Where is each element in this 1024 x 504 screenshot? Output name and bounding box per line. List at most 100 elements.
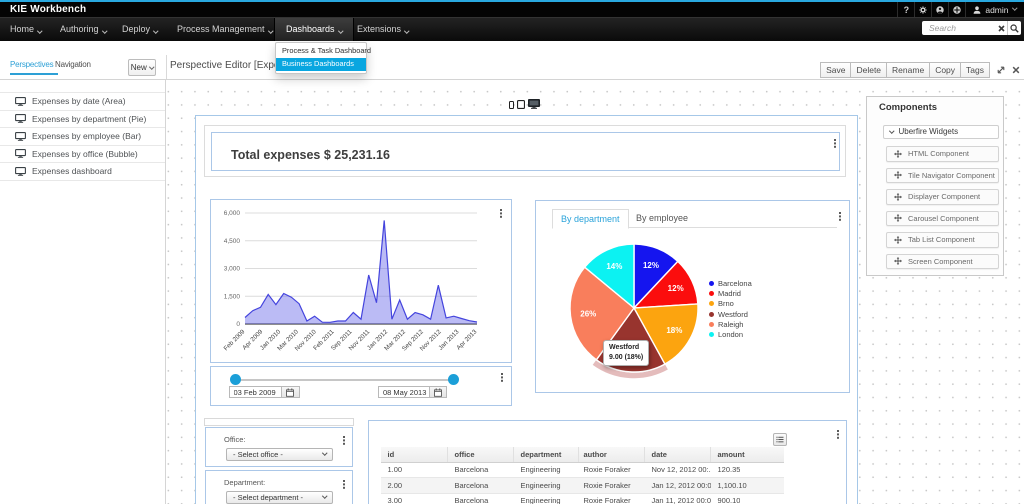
kebab-menu-icon[interactable]: [343, 436, 347, 446]
component-item[interactable]: HTML Component: [886, 146, 999, 162]
perspective-name: Expenses dashboard: [32, 166, 112, 176]
table-header-cell[interactable]: date: [645, 447, 711, 463]
start-date-input[interactable]: [229, 386, 282, 398]
date-slider-panel[interactable]: [210, 366, 512, 406]
legend-label: London: [718, 330, 743, 339]
tab[interactable]: Navigation: [55, 54, 91, 75]
toolbar-button[interactable]: Save: [820, 62, 851, 78]
search-button[interactable]: [1007, 21, 1021, 35]
mobile-preview-button[interactable]: [509, 101, 514, 109]
table-header-cell[interactable]: amount: [711, 447, 745, 463]
perspective-list-item[interactable]: Expenses by department (Pie): [0, 111, 165, 129]
kpi-panel[interactable]: Total expenses $ 25,231.16: [211, 132, 840, 171]
toolbar-button[interactable]: Delete: [850, 62, 887, 78]
office-filter-panel[interactable]: Office: - Select office -: [205, 427, 353, 467]
table-cell: Barcelona: [448, 481, 514, 490]
table-header-cell[interactable]: author: [579, 447, 645, 463]
legend-item: Westford: [709, 309, 752, 319]
end-date-group: [378, 386, 447, 398]
table-view-button[interactable]: [773, 433, 787, 446]
kpi-title: Total expenses $ 25,231.16: [231, 148, 390, 162]
perspective-list-item[interactable]: Expenses by date (Area): [0, 93, 165, 111]
kebab-menu-icon[interactable]: [501, 373, 505, 383]
close-icon: [1012, 66, 1020, 74]
desktop-preview-button[interactable]: [528, 99, 540, 109]
component-item[interactable]: Tile Navigator Component: [886, 168, 999, 184]
menu-item[interactable]: Process Management: [177, 18, 272, 41]
settings-button[interactable]: [914, 2, 931, 17]
kebab-menu-icon[interactable]: [343, 480, 347, 490]
perspective-list-item[interactable]: Expenses by employee (Bar): [0, 128, 165, 146]
kebab-menu-icon[interactable]: [500, 209, 504, 219]
user-menu[interactable]: admin: [965, 2, 1024, 17]
menu-item[interactable]: Authoring: [60, 18, 106, 41]
perspective-list-item[interactable]: Expenses by office (Bubble): [0, 146, 165, 164]
move-icon: [894, 214, 902, 222]
component-item[interactable]: Screen Component: [886, 254, 999, 270]
caret-down-icon: [338, 28, 343, 33]
table-header-cell[interactable]: department: [514, 447, 579, 463]
tab-by-employee[interactable]: By employee: [628, 209, 696, 228]
logout-button[interactable]: [948, 2, 965, 17]
search-input[interactable]: [922, 23, 995, 33]
menu-item[interactable]: Deploy: [122, 18, 158, 41]
components-group-header[interactable]: Uberfire Widgets: [883, 125, 999, 140]
menu-item[interactable]: Home: [10, 18, 42, 41]
dropdown-menu-item[interactable]: Process & Task Dashboard: [276, 45, 366, 58]
search-box: [922, 21, 1021, 35]
move-icon: [894, 150, 902, 158]
tooltip-value: 9.00 (18%): [609, 353, 643, 363]
toolbar-button[interactable]: Tags: [960, 62, 990, 78]
new-button-label: New: [131, 63, 147, 72]
menu-item[interactable]: Extensions: [357, 18, 409, 41]
pie-tooltip: Westford 9.00 (18%): [603, 340, 649, 366]
slider-track[interactable]: [235, 379, 454, 381]
table-header-cell[interactable]: id: [381, 447, 448, 463]
mobile-icon: [509, 101, 514, 109]
table-cell: Engineering: [514, 481, 579, 490]
component-name: Carousel Component: [908, 214, 979, 223]
component-item[interactable]: Tab List Component: [886, 232, 999, 248]
user-settings-button[interactable]: [931, 2, 948, 17]
search-clear-button[interactable]: [995, 25, 1007, 32]
brand-title: KIE Workbench: [10, 2, 86, 17]
kpi-row: Total expenses $ 25,231.16: [204, 125, 846, 177]
tab-by-department[interactable]: By department: [552, 209, 629, 229]
svg-text:0: 0: [236, 321, 240, 328]
dropdown-menu-item[interactable]: Business Dashboards: [276, 58, 366, 71]
start-date-group: [229, 386, 300, 398]
expenses-table-panel[interactable]: idofficedepartmentauthordateamount 1.00B…: [368, 420, 847, 504]
toolbar-button[interactable]: Copy: [929, 62, 961, 78]
start-date-calendar-button[interactable]: [282, 386, 300, 398]
expand-button[interactable]: [996, 65, 1006, 75]
end-date-input[interactable]: [378, 386, 430, 398]
kebab-menu-icon[interactable]: [837, 430, 841, 440]
table-cell: Roxie Foraker: [579, 496, 645, 504]
kebab-menu-icon[interactable]: [834, 139, 838, 149]
svg-text:1,500: 1,500: [224, 293, 241, 300]
department-filter-panel[interactable]: Department: - Select department -: [205, 470, 353, 504]
pie-chart-panel[interactable]: By department By employee 12%12%18%18%26…: [535, 200, 850, 393]
component-item[interactable]: Carousel Component: [886, 211, 999, 227]
department-select[interactable]: - Select department -: [226, 491, 333, 504]
legend-item: Madrid: [709, 288, 752, 298]
new-button[interactable]: New: [128, 59, 156, 76]
tablet-preview-button[interactable]: [517, 100, 525, 109]
toolbar-button[interactable]: Rename: [886, 62, 930, 78]
perspective-list-item[interactable]: Expenses dashboard: [0, 163, 165, 181]
slider-handle-start[interactable]: [230, 374, 241, 385]
tab[interactable]: Perspectives: [10, 54, 58, 75]
tablet-icon: [517, 100, 525, 109]
component-item[interactable]: Displayer Component: [886, 189, 999, 205]
menu-item[interactable]: Dashboards: [274, 18, 354, 41]
slider-handle-end[interactable]: [448, 374, 459, 385]
help-button[interactable]: ?: [897, 2, 914, 17]
table-header-cell[interactable]: office: [448, 447, 514, 463]
kebab-menu-icon[interactable]: [839, 212, 843, 222]
legend-item: Brno: [709, 299, 752, 309]
move-icon: [894, 236, 902, 244]
area-chart-panel[interactable]: 01,5003,0004,5006,000Feb 2009Apr 2009Jan…: [210, 199, 512, 363]
close-button[interactable]: [1012, 66, 1020, 74]
end-date-calendar-button[interactable]: [430, 386, 447, 398]
office-select[interactable]: - Select office -: [226, 448, 333, 462]
